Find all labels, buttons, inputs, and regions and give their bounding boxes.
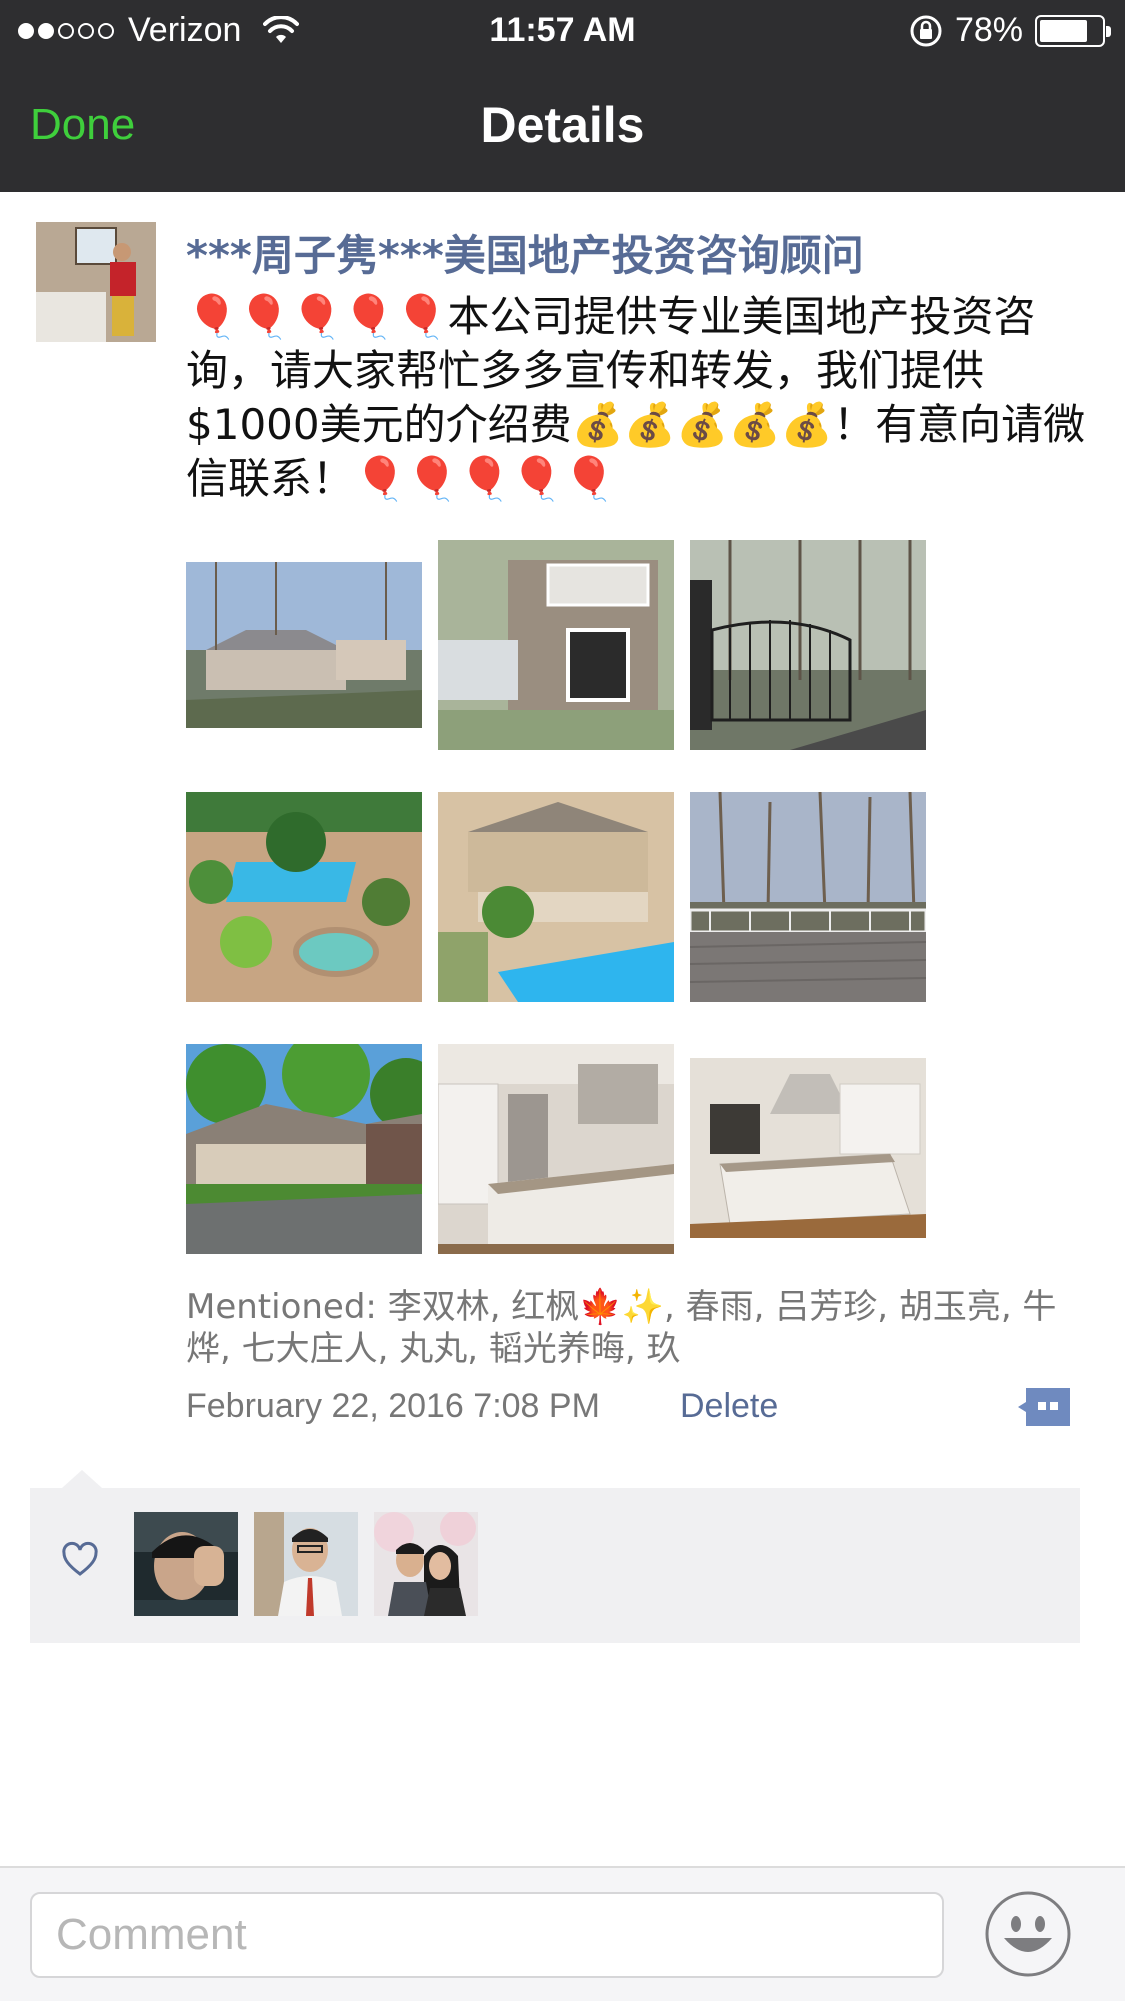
comment-bar: Comment [0, 1868, 1125, 2001]
kitchen-photo[interactable] [438, 1044, 674, 1280]
liker-avatar-3[interactable] [374, 1512, 478, 1616]
comment-input[interactable]: Comment [30, 1892, 944, 1978]
house-exterior-photo[interactable] [186, 540, 422, 776]
rotation-lock-icon [910, 15, 942, 46]
comment-bubble-icon[interactable] [1016, 1386, 1072, 1428]
pool-house-photo[interactable] [438, 792, 674, 1028]
page-title: Details [480, 97, 645, 153]
likes-panel-pointer [62, 1470, 102, 1488]
house-driveway-photo[interactable] [186, 1044, 422, 1280]
smiley-icon[interactable] [984, 1890, 1072, 1978]
photo-grid [186, 540, 926, 1280]
kitchen-island-photo[interactable] [690, 1044, 926, 1280]
post-text: 🎈🎈🎈🎈🎈本公司提供专业美国地产投资咨询，请大家帮忙多多宣传和转发，我们提供$1… [186, 292, 1086, 503]
likes-panel [30, 1470, 1080, 1643]
iron-gate-photo[interactable] [690, 540, 926, 776]
post-author-name[interactable]: ***周子隽***美国地产投资咨询顾问 [186, 222, 864, 283]
author-avatar[interactable] [36, 222, 156, 342]
liker-avatar-1[interactable] [134, 1512, 238, 1616]
nav-bar: Done Details [0, 62, 1125, 192]
delete-button[interactable]: Delete [680, 1387, 778, 1426]
pool-garden-photo[interactable] [186, 792, 422, 1028]
status-right-group: 78% [909, 11, 1111, 50]
heart-icon [62, 1541, 98, 1576]
battery-icon [1035, 14, 1111, 47]
wood-deck-photo[interactable] [690, 792, 926, 1028]
status-bar: Verizon 11:57 AM 78% [0, 0, 1125, 62]
stone-house-photo[interactable] [438, 540, 674, 776]
battery-percent: 78% [954, 11, 1023, 49]
post-timestamp: February 22, 2016 7:08 PM [186, 1387, 600, 1425]
mentioned-list[interactable]: Mentioned: 李双林, 红枫🍁✨, 春雨, 吕芳珍, 胡玉亮, 牛烨, … [186, 1286, 1086, 1370]
liker-avatar-2[interactable] [254, 1512, 358, 1616]
